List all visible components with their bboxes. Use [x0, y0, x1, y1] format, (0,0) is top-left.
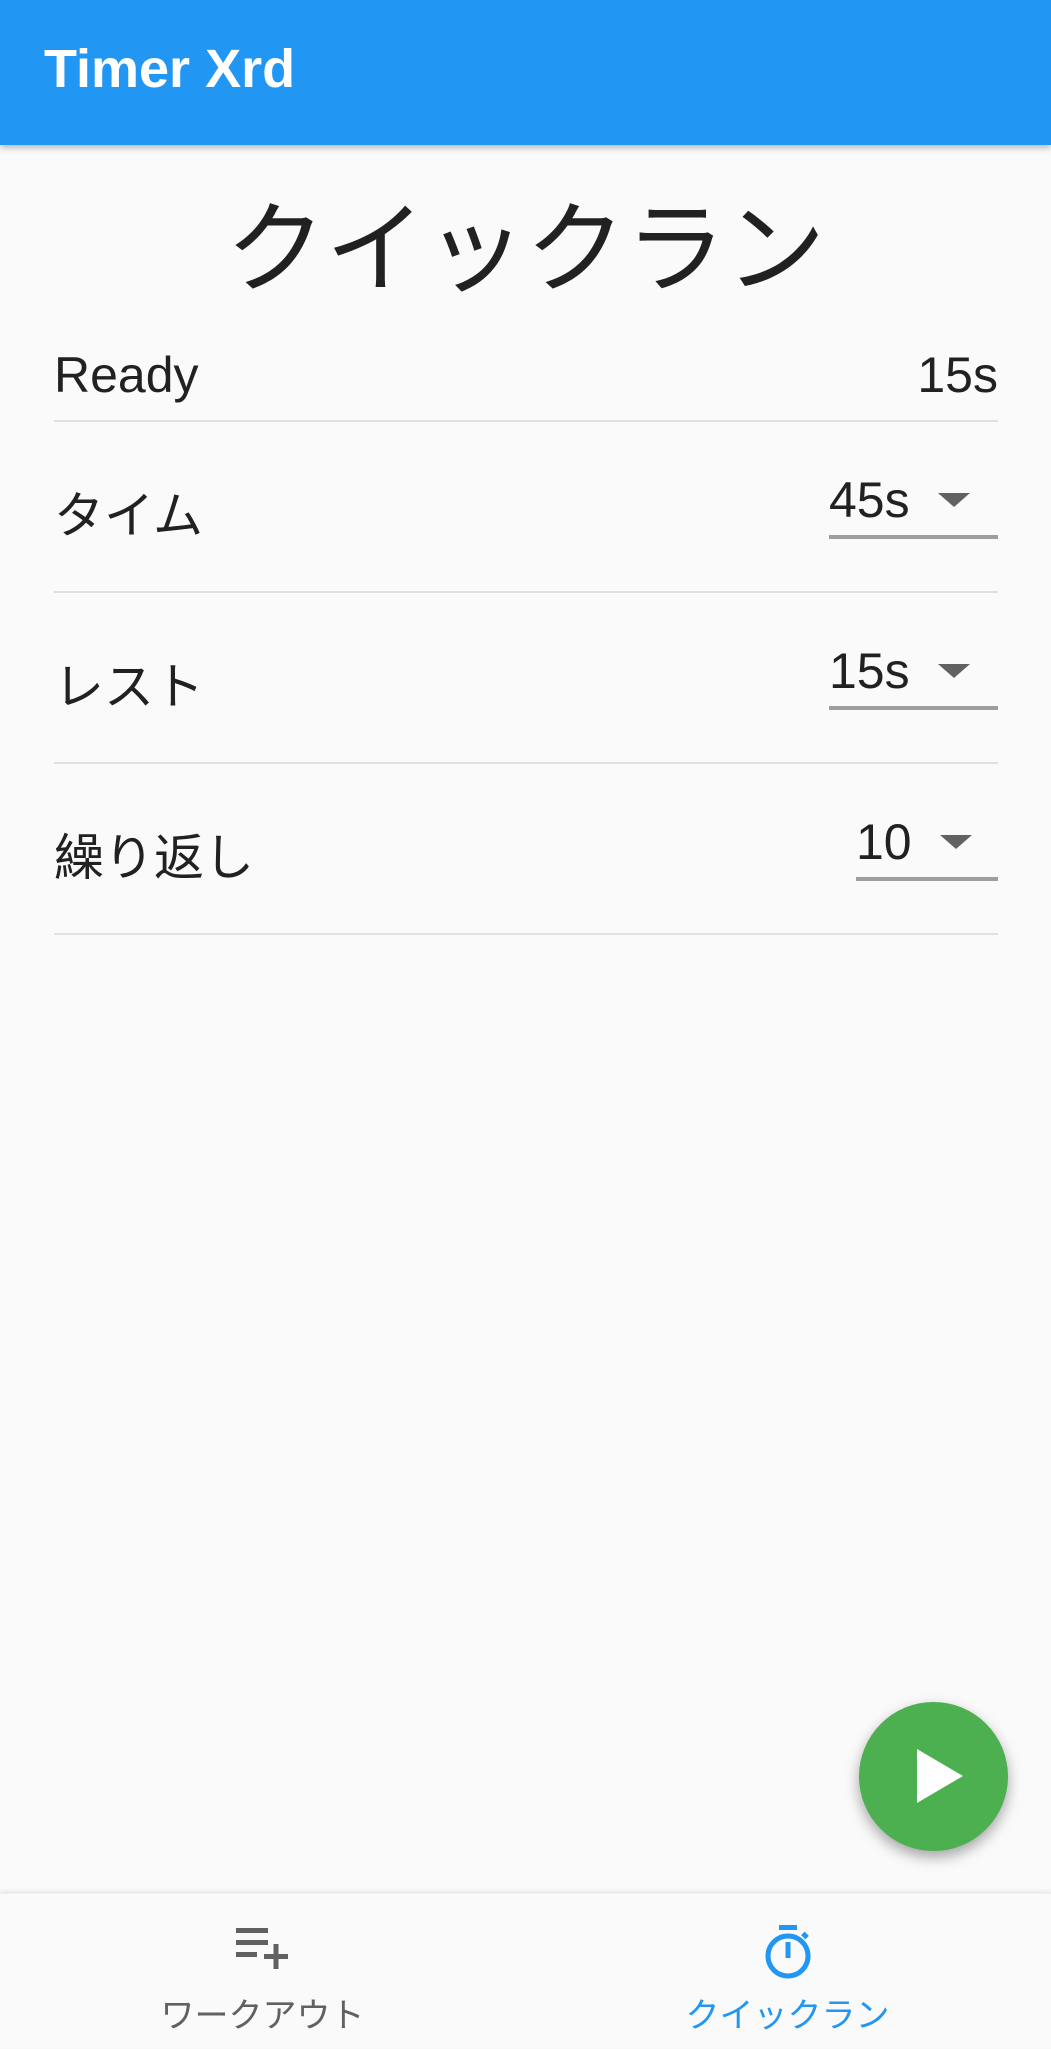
- setting-label-rest: レスト: [54, 658, 204, 716]
- status-label: Ready: [54, 347, 199, 403]
- repeat-dropdown-value: 10: [856, 814, 912, 870]
- rest-dropdown[interactable]: 15s: [829, 636, 998, 710]
- setting-label-time: タイム: [54, 487, 203, 545]
- nav-label-quick-run: クイックラン: [685, 1996, 890, 2036]
- setting-row-rest: レスト 15s: [54, 593, 998, 764]
- setting-row-time: タイム 45s: [54, 422, 998, 593]
- status-time: 15s: [917, 347, 998, 403]
- status-row: Ready 15s: [54, 330, 998, 422]
- app-title: Timer Xrd: [44, 39, 296, 99]
- playlist-add-icon: [234, 1924, 292, 1974]
- nav-item-quick-run[interactable]: クイックラン: [525, 1894, 1050, 2049]
- nav-label-workout: ワークアウト: [160, 1996, 365, 2036]
- setting-row-repeat: 繰り返し 10: [54, 764, 998, 935]
- time-dropdown[interactable]: 45s: [829, 465, 998, 539]
- start-button[interactable]: [859, 1702, 1008, 1851]
- bottom-navigation: ワークアウト クイックラン: [0, 1893, 1051, 2048]
- nav-item-workout[interactable]: ワークアウト: [0, 1894, 525, 2049]
- arrow-drop-down-icon: [937, 493, 970, 507]
- repeat-dropdown[interactable]: 10: [856, 807, 998, 881]
- setting-label-repeat: 繰り返し: [54, 829, 254, 887]
- time-dropdown-value: 45s: [829, 472, 910, 528]
- timer-icon: [762, 1924, 814, 1984]
- app-bar: Timer Xrd: [0, 0, 1051, 145]
- page-title: クイックラン: [225, 191, 826, 308]
- arrow-drop-down-icon: [939, 835, 972, 849]
- rest-dropdown-value: 15s: [829, 643, 910, 699]
- arrow-drop-down-icon: [937, 664, 970, 678]
- play-icon: [917, 1749, 963, 1803]
